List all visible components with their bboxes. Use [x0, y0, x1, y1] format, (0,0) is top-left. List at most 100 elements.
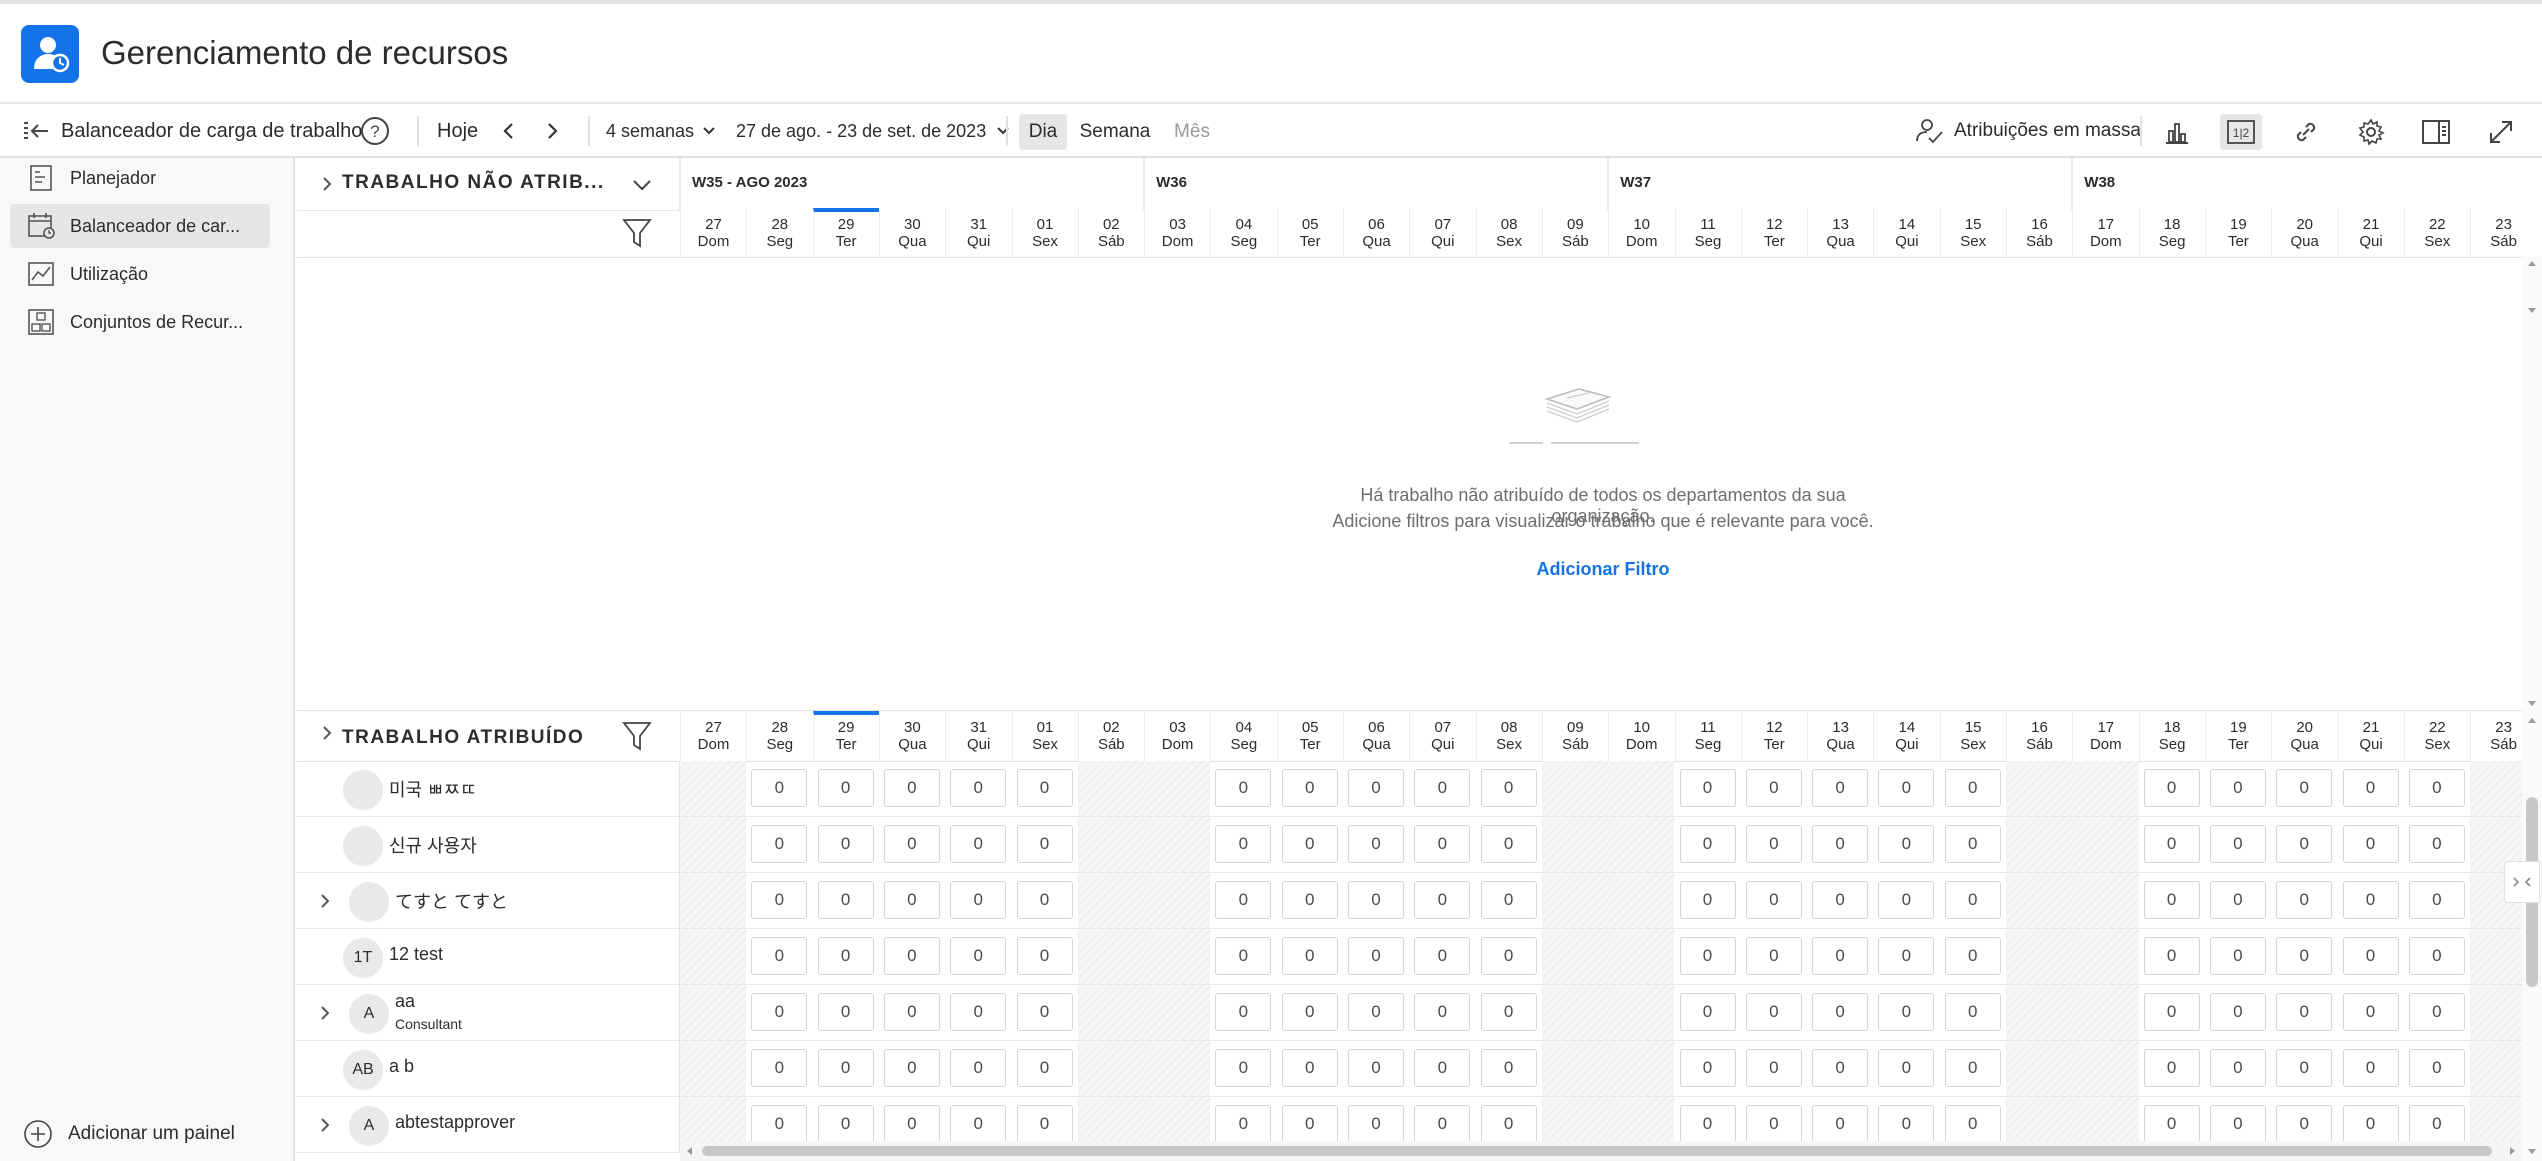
previous-button[interactable]	[498, 104, 520, 158]
allocation-cell[interactable]: 0	[950, 1049, 1007, 1087]
allocation-cell[interactable]: 0	[2143, 769, 2200, 807]
allocation-cell[interactable]: 0	[817, 881, 874, 919]
horizontal-scroll-thumb[interactable]	[702, 1146, 2492, 1156]
allocation-cell[interactable]: 0	[751, 937, 808, 975]
allocation-cell[interactable]: 0	[1878, 825, 1935, 863]
allocation-cell[interactable]: 0	[1348, 881, 1404, 919]
expand-unassigned-button[interactable]	[319, 174, 335, 194]
allocation-cell[interactable]: 0	[2408, 1049, 2465, 1087]
allocation-cell[interactable]: 0	[1281, 825, 1338, 863]
allocation-cell[interactable]: 0	[2276, 881, 2333, 919]
scroll-down-icon[interactable]	[2526, 1145, 2538, 1157]
allocation-cell[interactable]: 0	[1215, 769, 1272, 807]
allocation-cell[interactable]: 0	[1414, 993, 1471, 1031]
allocation-cell[interactable]: 0	[1281, 937, 1338, 975]
allocation-cell[interactable]: 0	[1480, 881, 1537, 919]
allocation-cell[interactable]: 0	[1944, 993, 2001, 1031]
allocation-cell[interactable]: 0	[817, 1105, 874, 1143]
allocation-cell[interactable]: 0	[883, 1105, 940, 1143]
allocation-cell[interactable]: 0	[950, 825, 1007, 863]
allocation-cell[interactable]: 0	[1679, 881, 1736, 919]
user-name[interactable]: a b	[389, 1056, 414, 1077]
allocation-cell[interactable]: 0	[1414, 825, 1471, 863]
view-month-button[interactable]: Mês	[1163, 114, 1221, 150]
allocation-cell[interactable]: 0	[883, 825, 940, 863]
allocation-cell[interactable]: 0	[1878, 993, 1935, 1031]
allocation-cell[interactable]: 0	[1281, 769, 1338, 807]
allocation-cell[interactable]: 0	[2276, 1105, 2333, 1143]
allocation-cell[interactable]: 0	[2408, 769, 2465, 807]
allocation-cell[interactable]: 0	[2276, 769, 2333, 807]
allocation-cell[interactable]: 0	[883, 993, 940, 1031]
allocation-cell[interactable]: 0	[751, 1105, 808, 1143]
allocation-cell[interactable]: 0	[1812, 1049, 1869, 1087]
allocation-cell[interactable]: 0	[2276, 993, 2333, 1031]
allocation-cell[interactable]: 0	[1944, 937, 2001, 975]
allocation-cell[interactable]: 0	[2408, 993, 2465, 1031]
allocation-cell[interactable]: 0	[2209, 881, 2266, 919]
user-name[interactable]: てすと てすと	[395, 888, 508, 914]
expand-assigned-button[interactable]	[319, 723, 335, 743]
allocation-cell[interactable]: 0	[2408, 1105, 2465, 1143]
sidebar-item-utilization[interactable]: Utilização	[10, 252, 270, 296]
allocation-cell[interactable]: 0	[1016, 1049, 1073, 1087]
allocation-cell[interactable]: 0	[1480, 937, 1537, 975]
mass-assignments-button[interactable]: Atribuições em massa	[1914, 104, 2141, 158]
allocation-cell[interactable]: 0	[1281, 1049, 1338, 1087]
allocation-cell[interactable]: 0	[1745, 769, 1802, 807]
range-dropdown[interactable]: 4 semanas	[606, 104, 718, 158]
allocation-cell[interactable]: 0	[751, 769, 808, 807]
allocation-cell[interactable]: 0	[883, 881, 940, 919]
allocation-cell[interactable]: 0	[817, 993, 874, 1031]
allocation-cell[interactable]: 0	[2342, 881, 2399, 919]
scroll-up-icon[interactable]	[2526, 258, 2538, 270]
scroll-left-icon[interactable]	[684, 1145, 696, 1157]
allocation-cell[interactable]: 0	[2209, 1105, 2266, 1143]
allocation-cell[interactable]: 0	[1745, 937, 1802, 975]
allocation-cell[interactable]: 0	[1812, 937, 1869, 975]
allocation-cell[interactable]: 0	[1348, 937, 1404, 975]
allocation-cell[interactable]: 0	[2143, 1105, 2200, 1143]
allocation-cell[interactable]: 0	[2143, 937, 2200, 975]
allocation-cell[interactable]: 0	[1348, 1049, 1404, 1087]
vertical-scrollbar-bottom[interactable]	[2522, 711, 2542, 1161]
allocation-cell[interactable]: 0	[2408, 937, 2465, 975]
allocation-cell[interactable]: 0	[1348, 993, 1404, 1031]
allocation-cell[interactable]: 0	[2408, 825, 2465, 863]
fullscreen-button[interactable]	[2481, 114, 2521, 150]
allocation-cell[interactable]: 0	[1281, 881, 1338, 919]
scroll-down-top-icon[interactable]	[2522, 306, 2542, 316]
allocation-cell[interactable]: 0	[1215, 993, 1272, 1031]
vertical-scrollbar-top[interactable]	[2522, 256, 2542, 711]
allocation-cell[interactable]: 0	[950, 769, 1007, 807]
allocation-cell[interactable]: 0	[1480, 1049, 1537, 1087]
allocation-cell[interactable]: 0	[1348, 769, 1404, 807]
help-button[interactable]: ?	[360, 104, 390, 158]
allocation-cell[interactable]: 0	[1480, 993, 1537, 1031]
allocation-cell[interactable]: 0	[1480, 1105, 1537, 1143]
allocation-cell[interactable]: 0	[950, 881, 1007, 919]
allocation-cell[interactable]: 0	[2143, 825, 2200, 863]
scroll-right-icon[interactable]	[2506, 1145, 2518, 1157]
allocation-cell[interactable]: 0	[1944, 825, 2001, 863]
allocation-cell[interactable]: 0	[1215, 937, 1272, 975]
allocation-cell[interactable]: 0	[1812, 1105, 1869, 1143]
allocation-cell[interactable]: 0	[1944, 1049, 2001, 1087]
expand-row-button[interactable]	[317, 1115, 333, 1135]
allocation-cell[interactable]: 0	[2342, 1105, 2399, 1143]
allocation-cell[interactable]: 0	[2342, 993, 2399, 1031]
allocation-cell[interactable]: 0	[2143, 993, 2200, 1031]
allocation-cell[interactable]: 0	[950, 993, 1007, 1031]
expand-row-button[interactable]	[317, 1003, 333, 1023]
allocation-cell[interactable]: 0	[2209, 993, 2266, 1031]
allocation-cell[interactable]: 0	[950, 937, 1007, 975]
allocation-cell[interactable]: 0	[2342, 937, 2399, 975]
sidebar-item-workload-balancer[interactable]: Balanceador de car...	[10, 204, 270, 248]
allocation-cell[interactable]: 0	[1878, 937, 1935, 975]
allocation-cell[interactable]: 0	[1215, 1105, 1272, 1143]
allocation-cell[interactable]: 0	[1679, 937, 1736, 975]
allocation-cell[interactable]: 0	[2209, 769, 2266, 807]
allocation-cell[interactable]: 0	[1944, 881, 2001, 919]
user-name[interactable]: 신규 사용자	[389, 832, 477, 858]
today-button[interactable]: Hoje	[437, 104, 478, 158]
